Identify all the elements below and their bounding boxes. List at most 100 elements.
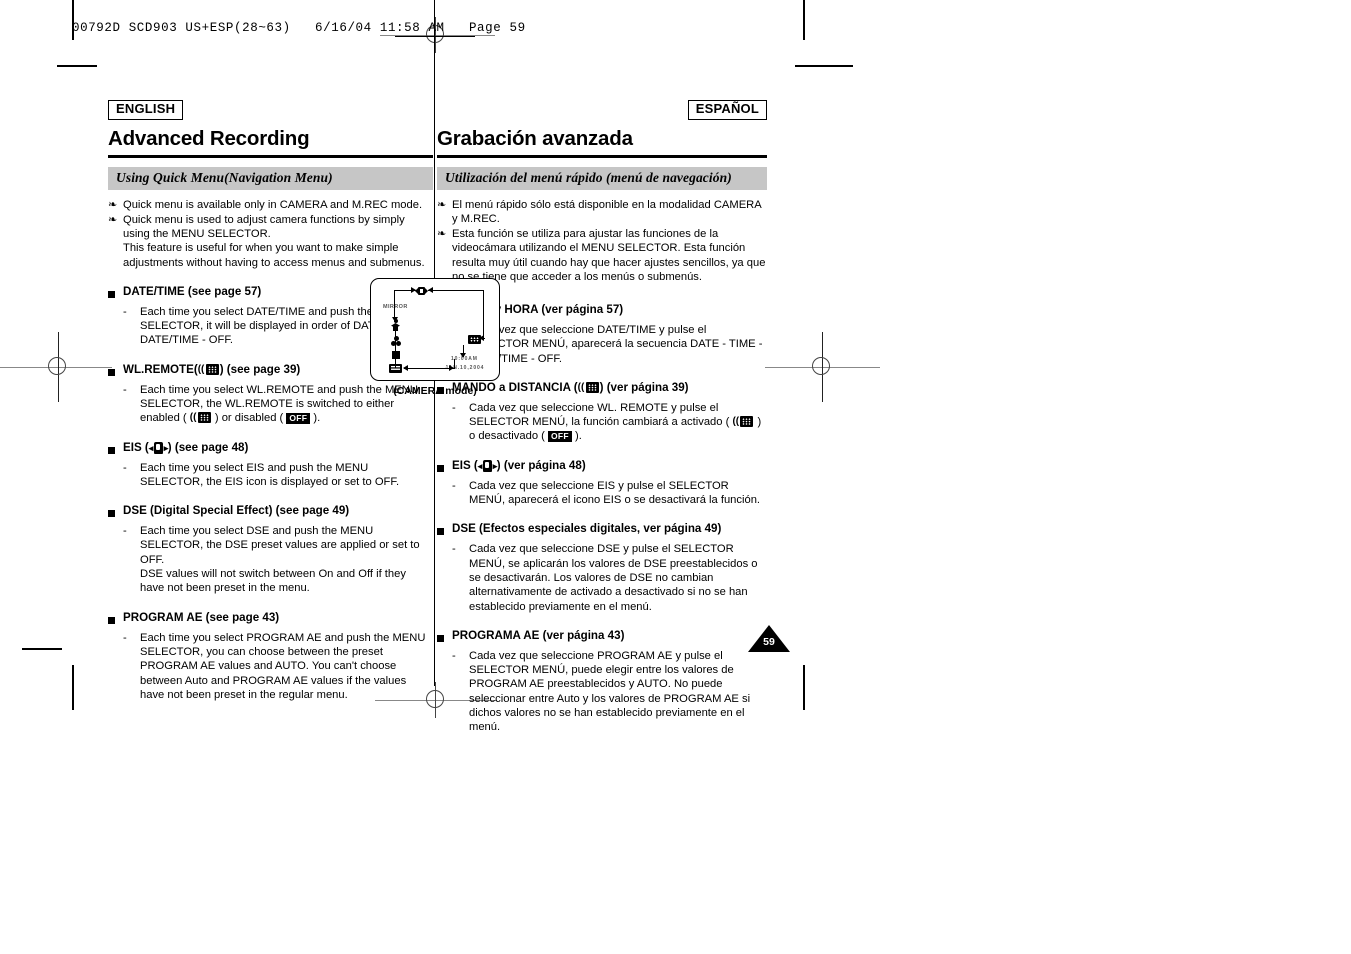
block-dse-spanish: DSE (Efectos especiales digitales, ver p… [437, 522, 767, 613]
block-programa-ae-spanish: PROGRAMA AE (ver página 43) - Cada vez q… [437, 629, 767, 735]
block-body-text: Cada vez que seleccione DSE y pulse el S… [469, 543, 758, 613]
crop-mark-top-right-v [803, 0, 805, 40]
block-body-text: Cada vez que seleccione WL. REMOTE y pul… [469, 401, 767, 444]
heading-label-post: ) (ver página 48) [496, 458, 586, 472]
block-body: - Each time you select PROGRAM AE and pu… [108, 631, 433, 702]
leader-line [428, 290, 483, 291]
dash-bullet: - [123, 525, 127, 538]
heading-label: PROGRAMA AE (ver página 43) [452, 628, 625, 642]
block-body: - Cada vez que seleccione EIS y pulse el… [437, 479, 767, 508]
intro-item: ❧ El menú rápido sólo está disponible en… [437, 198, 767, 226]
square-icon [392, 351, 400, 359]
square-bullet-icon [108, 504, 123, 521]
heading-label: DSE (Digital Special Effect) (see page 4… [123, 504, 350, 518]
dash-bullet: - [452, 479, 456, 492]
intro-item: ❧ Quick menu is available only in CAMERA… [108, 198, 433, 212]
language-tag-english: ENGLISH [108, 100, 184, 120]
heading-label-post: ) (see page 48) [167, 440, 249, 454]
crop-mark-bottom-right-v [803, 665, 805, 710]
section-title-english: Using Quick Menu(Navigation Menu) [108, 166, 433, 190]
dash-bullet: - [123, 631, 127, 644]
bullet-flower-icon: ❧ [108, 213, 118, 226]
block-body-text: Cada vez que seleccione DATE/TIME y puls… [469, 323, 763, 365]
square-bullet-icon [437, 459, 452, 476]
print-slug-underline [395, 36, 475, 37]
block-body-text: Each time you select PROGRAM AE and push… [140, 631, 426, 701]
spanish-lang-row: ESPAÑOL [437, 100, 767, 120]
heading-label-pre: EIS ( [452, 458, 478, 472]
dash-bullet: - [452, 543, 456, 556]
block-body-text: Cada vez que seleccione EIS y pulse el S… [469, 479, 761, 507]
viewfinder-frame: MIRROR 10:00AM JAN.10,2004 [370, 278, 500, 381]
heading-label: DATE/TIME (see page 57) [123, 284, 262, 298]
leader-line [404, 368, 454, 369]
block-heading: PROGRAM AE (see page 43) [108, 611, 433, 628]
crop-mark-bottom-left-h [22, 648, 62, 650]
leader-line [395, 324, 396, 368]
off-badge-icon: OFF [286, 413, 311, 425]
viewfinder-illustration: MIRROR 10:00AM JAN.10,2004 (CAMERA mode) [370, 278, 500, 397]
section-title-spanish: Utilización del menú rápido (menú de nav… [437, 166, 767, 190]
body-text-post: ). [575, 430, 582, 443]
chapter-title-spanish: Grabación avanzada [437, 127, 633, 150]
crop-mark-bottom-left-v [72, 665, 74, 710]
remote-icon: (( [732, 416, 754, 428]
bullet-flower-icon: ❧ [108, 198, 118, 211]
block-heading-text: DSE (Digital Special Effect) (see page 4… [123, 504, 433, 518]
block-heading-text: EIS ( ◂ ▸ ) (ver página 48) [452, 459, 767, 473]
heading-label-pre: EIS ( [123, 440, 149, 454]
square-bullet-icon [108, 611, 123, 628]
english-lang-row: ENGLISH [108, 100, 433, 120]
dash-bullet: - [123, 383, 127, 396]
remote-icon: (( [578, 382, 600, 394]
viewfinder-caption: (CAMERA mode) [393, 385, 477, 397]
block-eis-spanish: EIS ( ◂ ▸ ) (ver página 48) - Cada vez qu… [437, 459, 767, 508]
block-heading-text: DSE (Efectos especiales digitales, ver p… [452, 522, 767, 536]
arrow-icon [428, 287, 433, 293]
block-body-text: Each time you select DSE and push the ME… [140, 525, 420, 595]
block-body: - Cada vez que seleccione DSE y pulse el… [437, 542, 767, 613]
heading-label-post: ) (ver página 39) [599, 380, 689, 394]
eis-icon: ◂ ▸ [148, 441, 169, 454]
dash-bullet: - [452, 401, 456, 414]
heading-label-pre: WL.REMOTE( [123, 362, 198, 376]
intro-text: Quick menu is used to adjust camera func… [123, 213, 425, 269]
leader-line [454, 359, 455, 369]
heading-label: DSE (Efectos especiales digitales, ver p… [452, 522, 722, 536]
dash-bullet: - [123, 305, 127, 318]
manual-page: 00792D SCD903 US+ESP(28~63) 6/16/04 11:5… [0, 0, 1351, 954]
body-text-mid: ) or disabled ( [214, 412, 284, 425]
language-tag-spanish: ESPAÑOL [687, 100, 767, 120]
square-bullet-icon [108, 441, 123, 458]
english-column: ENGLISH Advanced Recording Using Quick M… [108, 100, 433, 702]
block-heading-text: EIS ( ◂ ▸ ) (see page 48) [123, 441, 433, 455]
page-number-badge: 59 [748, 625, 790, 652]
block-heading: EIS ( ◂ ▸ ) (see page 48) [108, 441, 433, 458]
block-heading: EIS ( ◂ ▸ ) (ver página 48) [437, 459, 767, 476]
square-bullet-icon [108, 285, 123, 302]
registration-mark-left [40, 349, 76, 385]
block-body: - Cada vez que seleccione WL. REMOTE y p… [437, 401, 767, 444]
body-text-pre: Cada vez que seleccione WL. REMOTE y pul… [469, 401, 730, 429]
block-heading: DSE (Efectos especiales digitales, ver p… [437, 522, 767, 539]
block-heading-text: PROGRAM AE (see page 43) [123, 611, 433, 625]
square-bullet-icon [437, 629, 452, 646]
arrow-icon [460, 353, 466, 358]
registration-mark-right [804, 349, 840, 385]
chapter-title-english: Advanced Recording [108, 127, 310, 150]
arrow-icon [392, 317, 398, 322]
leader-line [483, 290, 484, 338]
eis-icon [415, 287, 428, 295]
block-dse-english: DSE (Digital Special Effect) (see page 4… [108, 504, 433, 595]
block-body-text: Cada vez que seleccione PROGRAM AE y pul… [469, 649, 751, 734]
intro-text: Quick menu is available only in CAMERA a… [123, 198, 423, 211]
block-heading: DSE (Digital Special Effect) (see page 4… [108, 504, 433, 521]
block-program-ae-english: PROGRAM AE (see page 43) - Each time you… [108, 611, 433, 702]
eis-icon: ◂ ▸ [477, 459, 498, 472]
body-text-post: ). [313, 412, 321, 425]
heading-label-post: ) (see page 39) [219, 362, 301, 376]
intro-item: ❧ Quick menu is used to adjust camera fu… [108, 213, 433, 270]
dse-icon [391, 336, 401, 346]
intro-list-spanish: ❧ El menú rápido sólo está disponible en… [437, 198, 767, 284]
block-body: - Each time you select DSE and push the … [108, 524, 433, 595]
